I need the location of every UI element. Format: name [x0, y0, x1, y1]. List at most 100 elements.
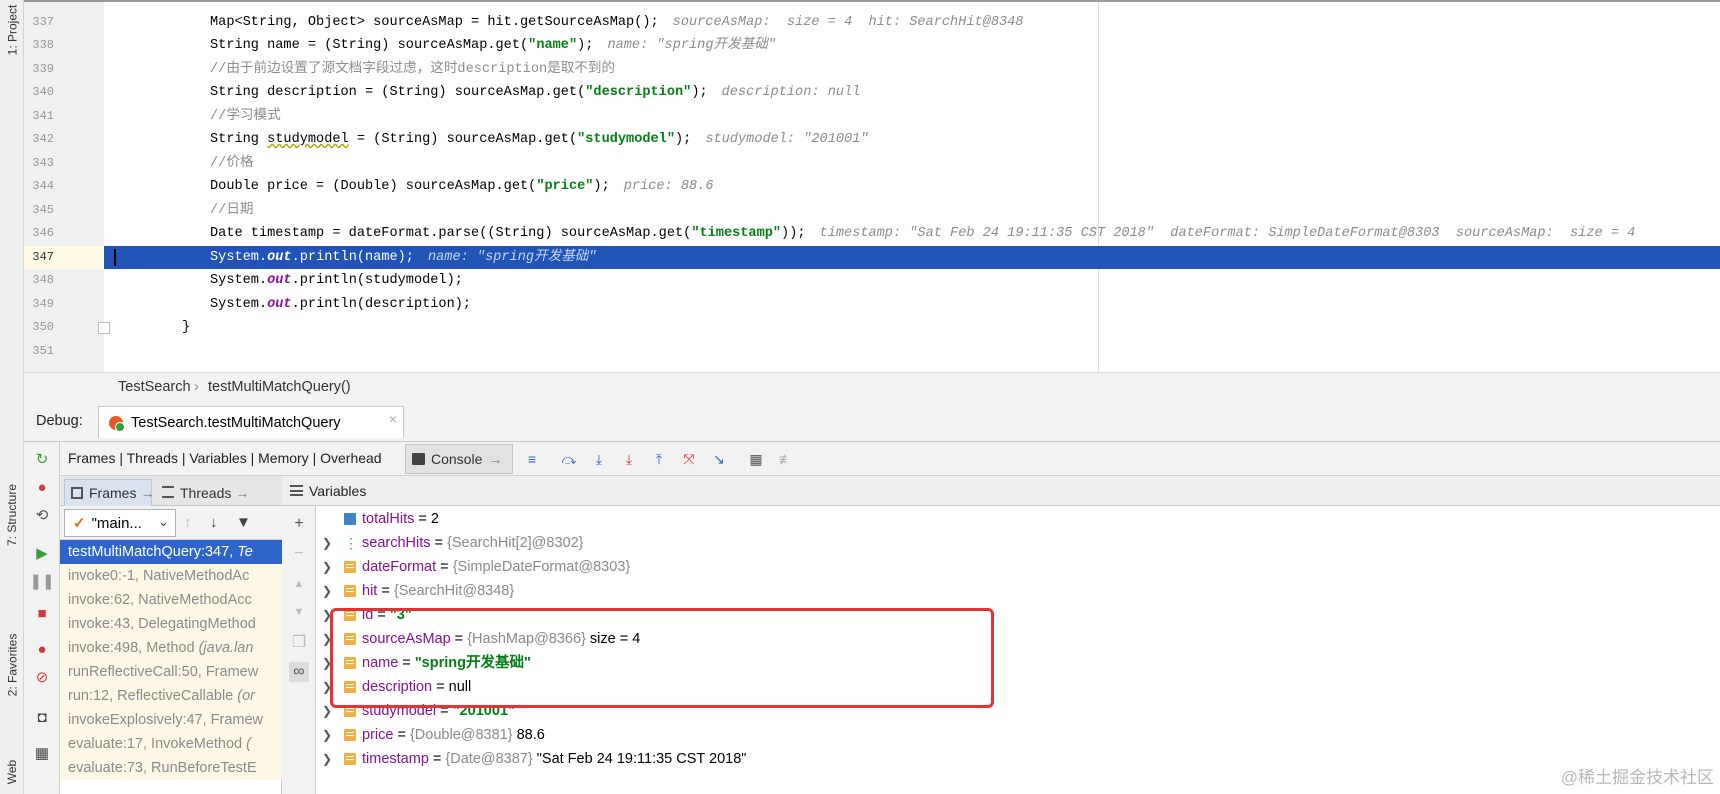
- glasses-icon[interactable]: ∞: [289, 662, 309, 682]
- mute-breakpoints-icon[interactable]: ⊘: [31, 666, 53, 688]
- new-watch-icon[interactable]: +: [289, 514, 309, 534]
- code-line[interactable]: 343 //价格: [24, 152, 1720, 176]
- layout-settings-icon[interactable]: ▦: [31, 742, 53, 764]
- stack-frame[interactable]: run:12, ReflectiveCallable (or: [60, 684, 282, 708]
- stack-frame[interactable]: evaluate:73, RunBeforeTestE: [60, 756, 282, 780]
- code-line[interactable]: 348 System.out.println(studymodel);: [24, 269, 1720, 293]
- expand-arrow-icon[interactable]: ❯: [322, 675, 332, 699]
- line-number[interactable]: 342: [24, 128, 54, 152]
- variable-row[interactable]: ❯ timestamp = {Date@8387} "Sat Feb 24 19:…: [316, 747, 1720, 771]
- expand-arrow-icon[interactable]: ❯: [322, 579, 332, 603]
- expand-arrow-icon[interactable]: ❯: [322, 651, 332, 675]
- code-line[interactable]: 344 Double price = (Double) sourceAsMap.g…: [24, 175, 1720, 199]
- variable-row[interactable]: ❯ ⋮ searchHits = {SearchHit[2]@8302}: [316, 531, 1720, 555]
- variable-row[interactable]: ❯ hit = {SearchHit@8348}: [316, 579, 1720, 603]
- code-line[interactable]: 345 //日期: [24, 199, 1720, 223]
- stop-icon[interactable]: ■: [31, 602, 53, 624]
- step-over-icon[interactable]: ⤼: [559, 450, 579, 468]
- breadcrumb-method[interactable]: testMultiMatchQuery(): [208, 379, 351, 395]
- code-line[interactable]: 339 //由于前边设置了源文档字段过虑，这时description是取不到的: [24, 58, 1720, 82]
- run-to-cursor-icon[interactable]: ↘: [709, 450, 729, 468]
- stack-frame[interactable]: invoke:498, Method (java.lan: [60, 636, 282, 660]
- restore-layout-icon[interactable]: ⟲: [31, 504, 53, 526]
- resume-program-icon[interactable]: ▶: [31, 542, 53, 564]
- expand-arrow-icon[interactable]: ❯: [322, 747, 332, 771]
- thread-select[interactable]: ✓ "main... ⌄: [64, 509, 176, 537]
- line-number[interactable]: 351: [24, 340, 54, 364]
- code-line[interactable]: 342 String studymodel = (String) sourceAs…: [24, 128, 1720, 152]
- code-line[interactable]: 338 String name = (String) sourceAsMap.ge…: [24, 34, 1720, 58]
- drop-frame-icon[interactable]: ⤧: [679, 450, 699, 468]
- step-out-icon[interactable]: ⤒: [649, 450, 669, 468]
- code-editor[interactable]: 337 Map<String, Object> sourceAsMap = hit…: [24, 0, 1720, 372]
- code-line[interactable]: 340 String description = (String) sourceA…: [24, 81, 1720, 105]
- debug-session-tab[interactable]: TestSearch.testMultiMatchQuery ×: [98, 406, 404, 438]
- line-number[interactable]: 338: [24, 34, 54, 58]
- code-line[interactable]: 346 Date timestamp = dateFormat.parse((St…: [24, 222, 1720, 246]
- expand-arrow-icon[interactable]: ❯: [322, 627, 332, 651]
- variable-row[interactable]: totalHits = 2: [316, 507, 1720, 531]
- code-line[interactable]: 349 System.out.println(description);: [24, 293, 1720, 317]
- code-line[interactable]: 350}: [24, 316, 1720, 340]
- variable-row[interactable]: ❯ studymodel = "201001": [316, 699, 1720, 723]
- console-tab[interactable]: Console →: [405, 444, 513, 474]
- stack-frame[interactable]: invokeExplosively:47, Framew: [60, 708, 282, 732]
- variable-row[interactable]: ❯ price = {Double@8381} 88.6: [316, 723, 1720, 747]
- pause-program-icon[interactable]: ❚❚: [29, 570, 54, 592]
- move-up-icon[interactable]: ▲: [289, 574, 309, 594]
- fold-marker-icon[interactable]: [98, 322, 110, 334]
- line-number[interactable]: 337: [24, 11, 54, 35]
- camera-icon[interactable]: ◘: [31, 706, 53, 728]
- expand-arrow-icon[interactable]: ❯: [322, 723, 332, 747]
- filter-icon[interactable]: ▼: [236, 514, 251, 531]
- code-line[interactable]: 347 System.out.println(name); name: "sprin…: [24, 245, 1720, 270]
- line-number[interactable]: 343: [24, 152, 54, 176]
- variable-row[interactable]: ❯ sourceAsMap = {HashMap@8366} size = 4: [316, 627, 1720, 651]
- close-tab-icon[interactable]: ×: [389, 411, 397, 427]
- variable-row[interactable]: ❯ description = null: [316, 675, 1720, 699]
- line-number[interactable]: 340: [24, 81, 54, 105]
- line-number[interactable]: 344: [24, 175, 54, 199]
- line-number[interactable]: 349: [24, 293, 54, 317]
- code-line[interactable]: 351: [24, 340, 1720, 364]
- line-number[interactable]: 348: [24, 269, 54, 293]
- project-tool-tab[interactable]: 1: Project: [0, 0, 24, 60]
- threads-tab[interactable]: Threads →: [156, 479, 249, 506]
- frames-tab[interactable]: Frames →: [64, 479, 154, 506]
- line-number[interactable]: 341: [24, 105, 54, 129]
- line-number[interactable]: 339: [24, 58, 54, 82]
- stack-frame[interactable]: invoke:62, NativeMethodAcc: [60, 588, 282, 612]
- trace-current-stream-icon[interactable]: ≢: [776, 450, 796, 468]
- stack-frame[interactable]: invoke:43, DelegatingMethod: [60, 612, 282, 636]
- expand-arrow-icon[interactable]: ❯: [322, 555, 332, 579]
- line-number[interactable]: 345: [24, 199, 54, 223]
- stack-frame[interactable]: runReflectiveCall:50, Framew: [60, 660, 282, 684]
- remove-watch-icon[interactable]: −: [289, 544, 309, 564]
- breadcrumb-class[interactable]: TestSearch: [118, 379, 191, 395]
- stack-frame[interactable]: evaluate:17, InvokeMethod (: [60, 732, 282, 756]
- view-breakpoints-icon[interactable]: ●: [31, 638, 53, 660]
- next-frame-icon[interactable]: ↓: [210, 514, 218, 531]
- force-step-into-icon[interactable]: ⤓: [619, 450, 639, 468]
- debugger-views-label[interactable]: Frames | Threads | Variables | Memory | …: [68, 450, 382, 466]
- code-line[interactable]: 341 //学习模式: [24, 105, 1720, 129]
- stack-frame[interactable]: testMultiMatchQuery:347, Te: [60, 540, 282, 564]
- web-tool-tab[interactable]: Web: [0, 750, 24, 794]
- move-down-icon[interactable]: ▼: [289, 602, 309, 622]
- line-number[interactable]: 346: [24, 222, 54, 246]
- favorites-tool-tab[interactable]: 2: Favorites: [0, 610, 24, 720]
- step-into-icon[interactable]: ⤓: [589, 450, 609, 468]
- evaluate-expression-icon[interactable]: ▦: [746, 450, 766, 468]
- stack-frame[interactable]: invoke0:-1, NativeMethodAc: [60, 564, 282, 588]
- variable-row[interactable]: ❯ id = "3": [316, 603, 1720, 627]
- line-number[interactable]: 350: [24, 316, 54, 340]
- line-number[interactable]: 347: [24, 246, 54, 270]
- variable-row[interactable]: ❯ name = "spring开发基础": [316, 651, 1720, 675]
- expand-arrow-icon[interactable]: ❯: [322, 603, 332, 627]
- show-execution-point-icon[interactable]: ≡: [522, 450, 542, 468]
- code-line[interactable]: 337 Map<String, Object> sourceAsMap = hit…: [24, 11, 1720, 35]
- structure-tool-tab[interactable]: 7: Structure: [0, 460, 24, 570]
- variable-row[interactable]: ❯ dateFormat = {SimpleDateFormat@8303}: [316, 555, 1720, 579]
- rerun-icon[interactable]: ↻: [31, 448, 53, 470]
- previous-frame-icon[interactable]: ↑: [184, 514, 192, 531]
